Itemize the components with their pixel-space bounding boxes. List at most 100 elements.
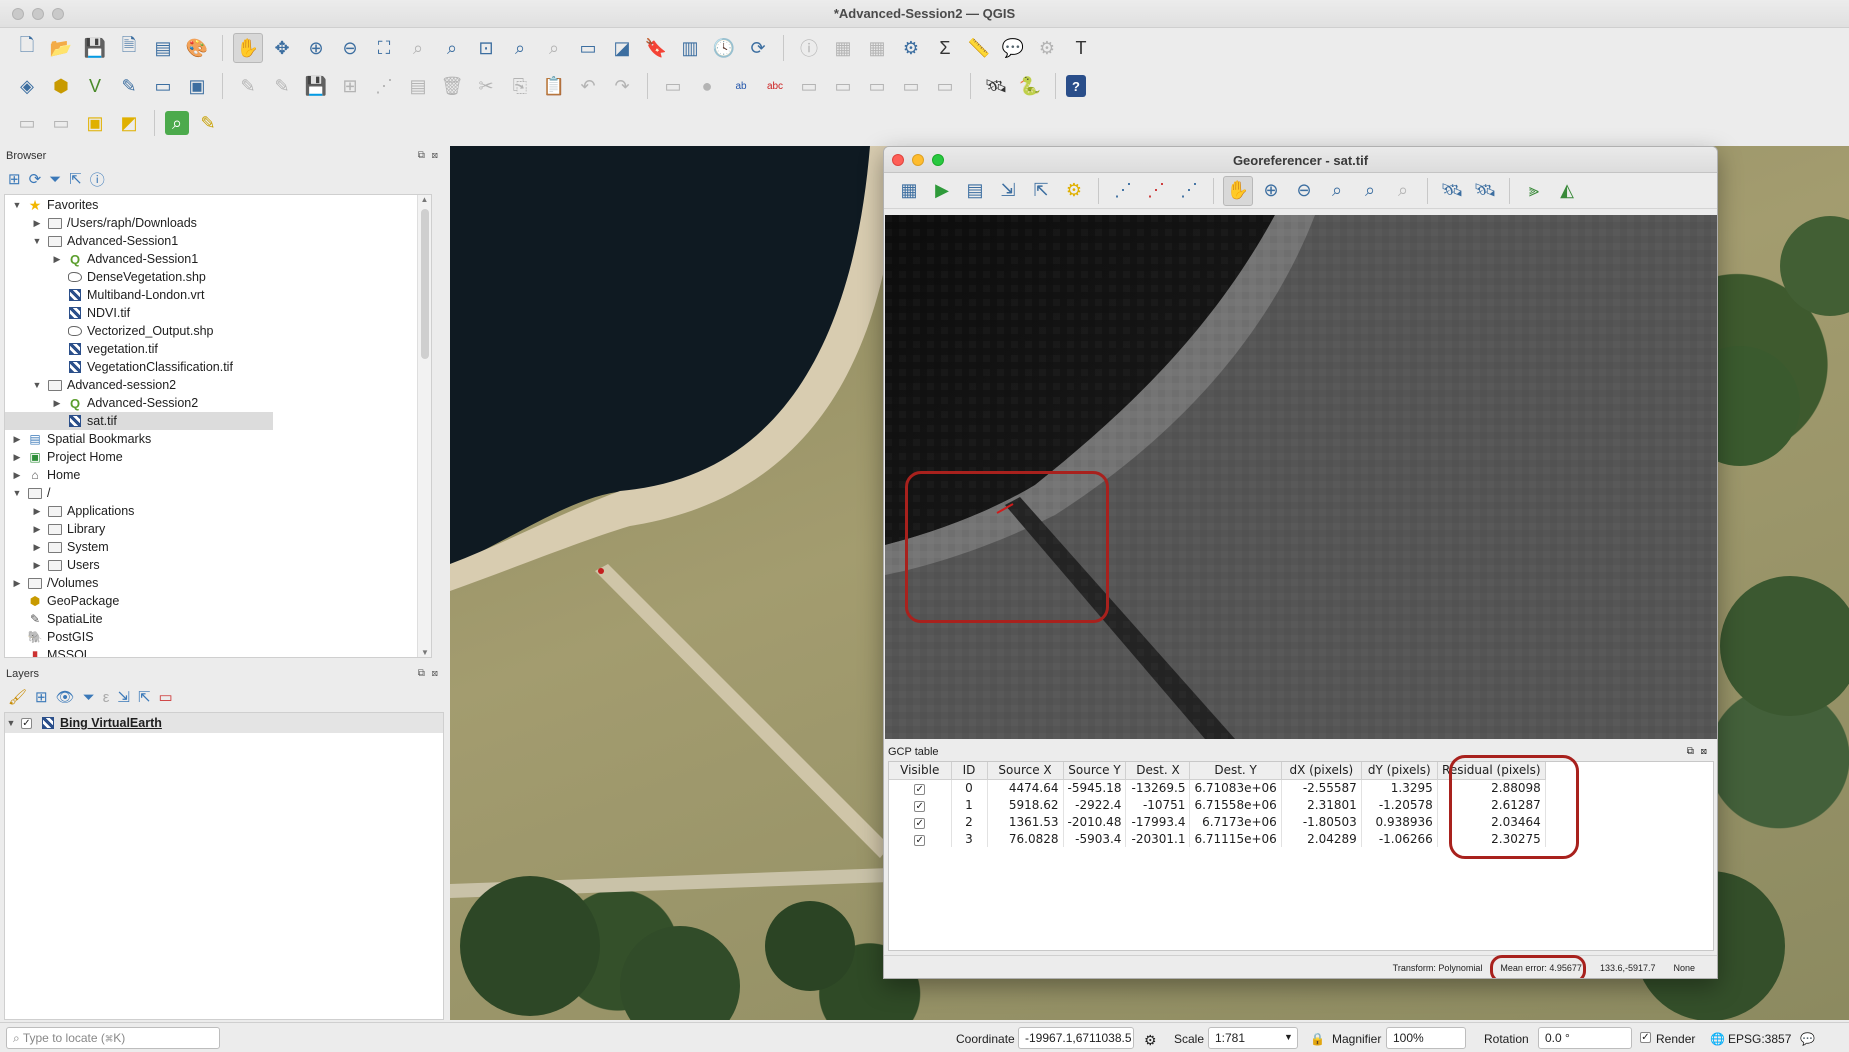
gcp-cell[interactable]: 2 — [951, 813, 988, 830]
expand-arrow-right-icon[interactable]: ▶ — [11, 452, 23, 463]
browser-tree-item[interactable]: 🐘 PostGIS — [5, 628, 431, 646]
browser-scrollbar[interactable]: ▲ ▼ — [417, 195, 431, 657]
expand-arrow-right-icon[interactable]: ▶ — [11, 578, 23, 589]
geo-zoom-out-icon[interactable]: ⊖ — [1289, 176, 1319, 206]
crs-label[interactable]: EPSG:3857 — [1728, 1032, 1791, 1046]
gcp-cell[interactable]: -2010.48 — [1063, 813, 1127, 830]
paste-features-icon[interactable]: 📋 — [539, 71, 569, 101]
gcp-cell[interactable]: -10751 — [1125, 796, 1191, 813]
browser-tree-item[interactable]: ▼ ★ Favorites — [5, 196, 431, 214]
processing-toolbox-icon[interactable]: ⚙ — [896, 33, 926, 63]
expand-arrow-down-icon[interactable]: ▼ — [31, 380, 43, 390]
new-temp-layer-icon[interactable]: ✎ — [114, 71, 144, 101]
identify-icon[interactable]: ⓘ — [794, 33, 824, 63]
gcp-visible-check-mark[interactable]: ✓ — [914, 783, 926, 795]
geo-zoom-next-icon[interactable]: ⌕ — [1388, 176, 1418, 206]
new-virtual-layer-icon[interactable]: ▭ — [148, 71, 178, 101]
modify-attributes-icon[interactable]: ▤ — [403, 71, 433, 101]
manage-map-themes-icon[interactable]: 👁 — [56, 688, 75, 706]
filter-expression-icon[interactable]: ε — [103, 689, 110, 706]
geo-zoom-in-icon[interactable]: ⊕ — [1256, 176, 1286, 206]
delete-selected-icon[interactable]: 🗑 — [437, 71, 467, 101]
browser-tree-item[interactable]: ▶ ▣ Project Home — [5, 448, 431, 466]
scroll-thumb[interactable] — [421, 209, 429, 359]
expand-arrow-down-icon[interactable]: ▼ — [11, 200, 23, 210]
field-calculator-icon[interactable]: ▦ — [862, 33, 892, 63]
gcp-cell[interactable]: -2.55587 — [1281, 779, 1362, 796]
text-annotation-icon[interactable]: T — [1066, 33, 1096, 63]
refresh-icon[interactable]: ⟳ — [743, 33, 773, 63]
gcp-cell[interactable]: 2.31801 — [1281, 796, 1362, 813]
browser-tree-item[interactable]: ▼ / — [5, 484, 431, 502]
select-by-expression-icon[interactable]: ▣ — [80, 108, 110, 138]
gcp-visible-check-mark[interactable]: ✓ — [914, 800, 926, 812]
zoom-last-icon[interactable]: ⌕ — [505, 33, 535, 63]
browser-tree-item[interactable]: vegetation.tif — [5, 340, 431, 358]
link-georeferencer-icon[interactable]: 🛰 — [1437, 176, 1467, 206]
browser-tree-item[interactable]: ▮ MSSQL — [5, 646, 431, 657]
label-highlight-icon[interactable]: ab — [726, 71, 756, 101]
panel-float-close-icon[interactable]: ⧉ ⊠ — [418, 668, 440, 679]
expand-arrow-right-icon[interactable]: ▶ — [31, 524, 43, 535]
new-geopackage-layer-icon[interactable]: ⬢ — [46, 71, 76, 101]
new-shapefile-layer-icon[interactable]: V — [80, 71, 110, 101]
remove-layer-icon[interactable]: ▭ — [159, 688, 173, 706]
expand-arrow-right-icon[interactable]: ▶ — [31, 542, 43, 553]
help-icon[interactable]: ? — [1066, 75, 1086, 97]
messages-icon[interactable]: 💬 — [1800, 1032, 1815, 1046]
zoom-to-selection-icon[interactable]: ⌕ — [403, 33, 433, 63]
gcp-cell[interactable]: 1361.53 — [987, 813, 1064, 830]
rotation-field[interactable]: 0.0 ° — [1538, 1027, 1632, 1049]
gcp-cell[interactable]: 4474.64 — [987, 779, 1064, 796]
expand-arrow-right-icon[interactable]: ▶ — [31, 560, 43, 571]
georeferencer-icon[interactable]: ▣ — [182, 71, 212, 101]
browser-tree-item[interactable]: ▶ ▤ Spatial Bookmarks — [5, 430, 431, 448]
gcp-table-row[interactable]: ✓ 1 5918.62 -2922.4 -10751 6.71558e+06 2.31801… — [889, 796, 1546, 813]
locator-icon[interactable]: ⌕ — [165, 111, 189, 135]
collapse-all-layers-icon[interactable]: ⇱ — [138, 688, 151, 706]
gcp-column-header[interactable]: dX (pixels) — [1281, 762, 1362, 780]
pin-label-icon[interactable]: ● — [692, 71, 722, 101]
new-project-icon[interactable]: 🗋 — [12, 33, 42, 63]
gcp-table-row[interactable]: ✓ 2 1361.53 -2010.48 -17993.4 6.7173e+06 -1.80… — [889, 813, 1546, 830]
local-histogram-stretch-icon[interactable]: ◭ — [1552, 176, 1582, 206]
geo-zoom-layer-icon[interactable]: ⌕ — [1322, 176, 1352, 206]
edit-pencil-icon[interactable]: ✎ — [267, 71, 297, 101]
label-abc-icon[interactable]: abc — [760, 71, 790, 101]
save-edits-icon[interactable]: 💾 — [301, 71, 331, 101]
redo-icon[interactable]: ↷ — [607, 71, 637, 101]
layer-styling-icon[interactable]: 🖌 — [8, 688, 27, 706]
gcp-column-header[interactable]: Source X — [987, 762, 1064, 780]
rotate-label-icon[interactable]: ▭ — [862, 71, 892, 101]
gcp-cell[interactable]: -20301.1 — [1125, 830, 1191, 847]
open-project-icon[interactable]: 📂 — [46, 33, 76, 63]
magnifier-field[interactable]: 100% — [1386, 1027, 1466, 1049]
gcp-cell[interactable]: 6.71558e+06 — [1189, 796, 1282, 813]
measure-icon[interactable]: 📏 — [964, 33, 994, 63]
gcp-cell[interactable]: 6.71083e+06 — [1189, 779, 1282, 796]
zoom-out-icon[interactable]: ⊖ — [335, 33, 365, 63]
gcp-visible-checkbox[interactable]: ✓ — [889, 813, 952, 830]
gcp-column-header[interactable]: Visible — [889, 762, 952, 780]
show-hide-label-icon[interactable]: ▭ — [794, 71, 824, 101]
map-tips-icon[interactable]: 💬 — [998, 33, 1028, 63]
expand-arrow-right-icon[interactable]: ▶ — [31, 218, 43, 229]
render-checkbox[interactable]: ✓ — [1640, 1032, 1651, 1043]
browser-tree-item[interactable]: NDVI.tif — [5, 304, 431, 322]
georeferencer-canvas[interactable] — [885, 215, 1717, 739]
gcp-column-header[interactable]: Dest. X — [1125, 762, 1191, 780]
save-gcp-points-icon[interactable]: ⇱ — [1026, 176, 1056, 206]
browser-tree-item[interactable]: ▼ Advanced-Session1 — [5, 232, 431, 250]
gcp-visible-check-mark[interactable]: ✓ — [914, 834, 926, 846]
gcp-cell[interactable]: 6.71115e+06 — [1189, 830, 1282, 847]
browser-tree-item[interactable]: sat.tif — [5, 412, 273, 430]
python-console-icon[interactable]: 🐍 — [1015, 71, 1045, 101]
expand-arrow-right-icon[interactable]: ▶ — [51, 398, 63, 409]
gcp-table[interactable]: Visible ID Source X Source Y Dest. X Dest. Yd… — [888, 755, 1714, 951]
gcp-table-row[interactable]: ✓ 3 76.0828 -5903.4 -20301.1 6.71115e+06 2.042… — [889, 830, 1546, 847]
scale-dropdown-icon[interactable]: ▼ — [1284, 1032, 1293, 1042]
gcp-cell[interactable]: -5945.18 — [1063, 779, 1127, 796]
browser-tree-item[interactable]: Multiband-London.vrt — [5, 286, 431, 304]
filter-legend-icon[interactable]: ⏷ — [83, 689, 95, 706]
new-print-layout-icon[interactable]: 🗎 — [114, 33, 144, 63]
